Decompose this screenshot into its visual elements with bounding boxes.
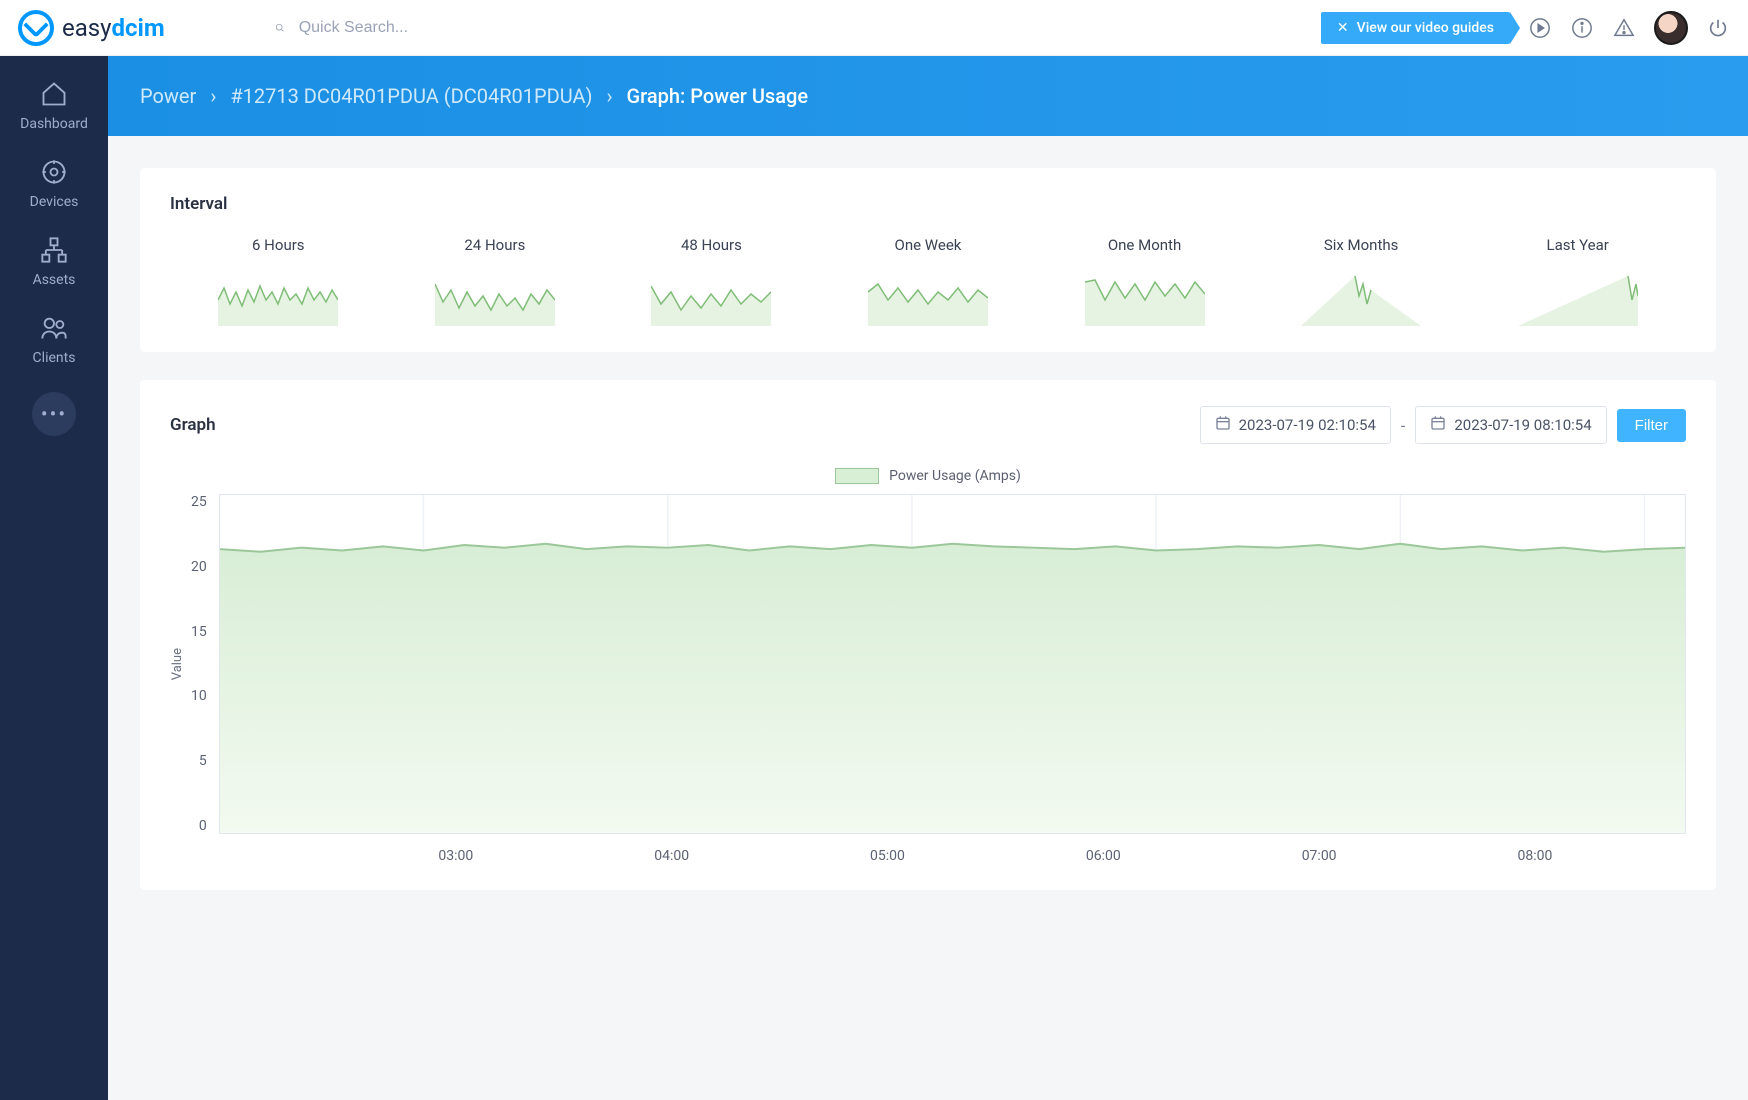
sparkline-icon [435,270,555,326]
sidebar-item-label: Dashboard [20,116,88,132]
sidebar-item-label: Devices [30,194,79,210]
y-tick: 0 [191,818,207,834]
legend-label: Power Usage (Amps) [889,468,1021,484]
legend-swatch-icon [835,468,879,484]
sidebar-item-label: Clients [33,350,76,366]
interval-label: Six Months [1324,236,1399,254]
date-to-input[interactable]: 2023-07-19 08:10:54 [1415,406,1606,444]
x-tick: 04:00 [564,848,780,864]
interval-label: One Month [1108,236,1181,254]
calendar-icon [1430,415,1446,435]
graph-title: Graph [170,415,216,435]
date-from-value: 2023-07-19 02:10:54 [1239,416,1376,434]
graph-card: Graph 2023-07-19 02:10:54 - 2023-07-19 0… [140,380,1716,890]
sparkline-icon [651,270,771,326]
breadcrumb: Power › #12713 DC04R01PDUA (DC04R01PDUA)… [108,56,1748,136]
brand-logo[interactable]: easydcim [18,10,165,46]
x-tick: 08:00 [1427,848,1643,864]
y-tick: 15 [191,624,207,640]
interval-label: 24 Hours [464,236,525,254]
sparkline-icon [1518,270,1638,326]
date-to-value: 2023-07-19 08:10:54 [1454,416,1591,434]
sidebar-more-button[interactable]: ••• [32,392,76,436]
interval-label: 6 Hours [252,236,305,254]
interval-label: 48 Hours [681,236,742,254]
sidebar-item-dashboard[interactable]: Dashboard [20,80,88,132]
interval-card: Interval 6 Hours 24 Hours 48 Hours One Week… [140,168,1716,352]
sparkline-icon [868,270,988,326]
power-icon[interactable] [1706,16,1730,40]
chevron-right-icon: › [210,84,216,108]
interval-option[interactable]: 6 Hours [218,236,338,326]
y-tick: 20 [191,559,207,575]
breadcrumb-current: Graph: Power Usage [627,84,809,108]
sidebar-item-assets[interactable]: Assets [33,236,76,288]
x-tick: 05:00 [780,848,996,864]
brand-name-a: easy [62,14,112,42]
x-tick: 07:00 [1211,848,1427,864]
interval-option[interactable]: One Week [868,236,988,326]
sidebar-item-clients[interactable]: Clients [33,314,76,366]
interval-title: Interval [170,194,1686,214]
alert-icon[interactable] [1612,16,1636,40]
sidebar-item-devices[interactable]: Devices [30,158,79,210]
info-icon[interactable] [1570,16,1594,40]
video-guides-label: View our video guides [1357,20,1494,36]
breadcrumb-device[interactable]: #12713 DC04R01PDUA (DC04R01PDUA) [230,84,592,108]
x-tick: 06:00 [995,848,1211,864]
x-tick: 03:00 [348,848,564,864]
sidebar-item-label: Assets [33,272,76,288]
breadcrumb-power[interactable]: Power [140,84,196,108]
play-icon[interactable] [1528,16,1552,40]
logo-mark-icon [18,10,54,46]
search-icon [275,16,299,40]
interval-label: Last Year [1546,236,1608,254]
date-range-separator: - [1401,416,1405,435]
chart-legend: Power Usage (Amps) [170,468,1686,484]
interval-option[interactable]: 24 Hours [435,236,555,326]
interval-option[interactable]: Last Year [1518,236,1638,326]
filter-button[interactable]: Filter [1617,409,1686,442]
y-tick: 5 [191,753,207,769]
interval-label: One Week [895,236,962,254]
chevron-right-icon: › [607,84,613,108]
avatar[interactable] [1654,11,1688,45]
video-guides-banner[interactable]: ✕ View our video guides [1321,12,1510,44]
search-input[interactable] [299,19,599,37]
y-tick: 25 [191,494,207,510]
sparkline-icon [218,270,338,326]
brand-name-b: dcim [112,14,165,42]
calendar-icon [1215,415,1231,435]
date-from-input[interactable]: 2023-07-19 02:10:54 [1200,406,1391,444]
interval-option[interactable]: Six Months [1301,236,1421,326]
interval-option[interactable]: One Month [1085,236,1205,326]
interval-option[interactable]: 48 Hours [651,236,771,326]
y-axis-label: Value [170,648,185,680]
chart-plot[interactable] [219,494,1686,834]
close-icon[interactable]: ✕ [1337,20,1349,36]
sparkline-icon [1301,270,1421,326]
y-tick: 10 [191,688,207,704]
sparkline-icon [1085,270,1205,326]
